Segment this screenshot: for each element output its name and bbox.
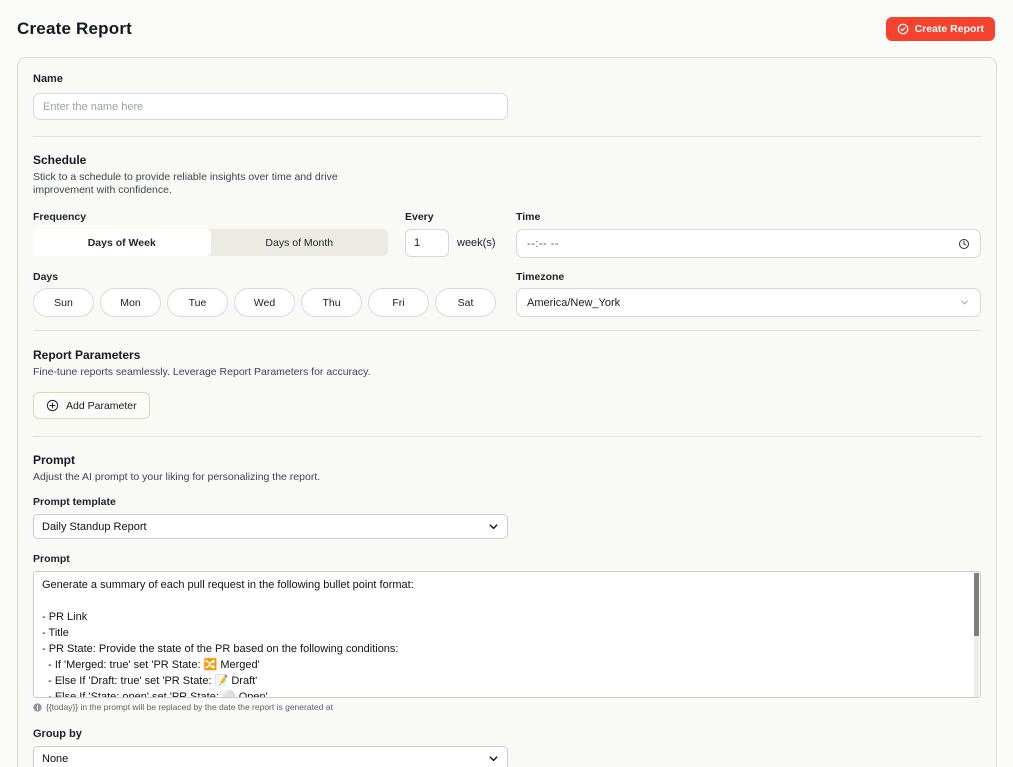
prompt-note: {{today}} in the prompt will be replaced… xyxy=(33,702,981,712)
create-report-button[interactable]: Create Report xyxy=(886,17,995,41)
day-pill-tue[interactable]: Tue xyxy=(167,288,228,317)
days-label: Days xyxy=(33,271,503,283)
every-group: Every week(s) xyxy=(405,211,515,257)
divider xyxy=(33,436,981,437)
time-value: --:-- -- xyxy=(527,238,559,250)
chevron-down-icon xyxy=(488,521,499,532)
prompt-description: Adjust the AI prompt to your liking for … xyxy=(33,471,981,484)
group-by-select[interactable]: None xyxy=(33,746,508,767)
day-pill-thu[interactable]: Thu xyxy=(301,288,362,317)
check-circle-icon xyxy=(897,23,909,35)
prompt-editor-label: Prompt xyxy=(33,553,981,565)
timezone-label: Timezone xyxy=(516,271,981,283)
timezone-selected-value: America/New_York xyxy=(527,297,620,309)
every-unit-label: week(s) xyxy=(457,237,496,249)
day-pill-row: Sun Mon Tue Wed Thu Fri Sat xyxy=(33,288,503,317)
day-pill-sun[interactable]: Sun xyxy=(33,288,94,317)
frequency-segmented-control: Days of Week Days of Month xyxy=(33,229,388,256)
day-pill-wed[interactable]: Wed xyxy=(234,288,295,317)
schedule-description: Stick to a schedule to provide reliable … xyxy=(33,171,373,197)
time-label: Time xyxy=(516,211,981,223)
clock-icon[interactable] xyxy=(958,238,970,250)
every-input[interactable] xyxy=(405,229,449,257)
report-parameters-heading: Report Parameters xyxy=(33,348,981,362)
page-title: Create Report xyxy=(17,19,132,39)
frequency-group: Frequency Days of Week Days of Month xyxy=(33,211,388,256)
time-group: Time --:-- -- xyxy=(516,211,981,258)
every-label: Every xyxy=(405,211,515,223)
add-parameter-button-label: Add Parameter xyxy=(66,400,137,412)
day-pill-fri[interactable]: Fri xyxy=(368,288,429,317)
day-pill-sat[interactable]: Sat xyxy=(435,288,496,317)
prompt-textarea[interactable]: Generate a summary of each pull request … xyxy=(33,571,981,698)
create-report-form-card: Name Schedule Stick to a schedule to pro… xyxy=(17,57,997,767)
add-parameter-button[interactable]: Add Parameter xyxy=(33,392,150,419)
plus-circle-icon xyxy=(46,399,59,412)
prompt-template-select[interactable]: Daily Standup Report xyxy=(33,514,508,539)
create-report-button-label: Create Report xyxy=(915,23,984,35)
report-parameters-description: Fine-tune reports seamlessly. Leverage R… xyxy=(33,366,981,379)
frequency-label: Frequency xyxy=(33,211,388,223)
prompt-template-label: Prompt template xyxy=(33,496,981,508)
prompt-note-text: {{today}} in the prompt will be replaced… xyxy=(46,702,333,712)
prompt-scrollbar-thumb[interactable] xyxy=(974,573,979,636)
schedule-row-days: Days Sun Mon Tue Wed Thu Fri Sat Timezon… xyxy=(33,271,981,314)
chevron-down-icon xyxy=(488,753,499,764)
name-input[interactable] xyxy=(33,93,508,120)
day-pill-mon[interactable]: Mon xyxy=(100,288,161,317)
name-label: Name xyxy=(33,73,981,85)
prompt-heading: Prompt xyxy=(33,453,981,467)
topbar: Create Report Create Report xyxy=(0,0,1013,41)
prompt-text-content: Generate a summary of each pull request … xyxy=(34,572,980,698)
frequency-option-days-of-month[interactable]: Days of Month xyxy=(211,229,389,256)
group-by-label: Group by xyxy=(33,728,981,740)
chevron-down-icon xyxy=(959,297,970,308)
frequency-option-days-of-week[interactable]: Days of Week xyxy=(33,229,211,256)
divider xyxy=(33,136,981,137)
info-icon xyxy=(33,703,42,712)
time-input[interactable]: --:-- -- xyxy=(516,229,981,258)
timezone-select[interactable]: America/New_York xyxy=(516,288,981,317)
schedule-row-frequency: Frequency Days of Week Days of Month Eve… xyxy=(33,211,981,257)
group-by-selected-value: None xyxy=(42,753,68,765)
divider xyxy=(33,330,981,331)
prompt-template-selected-value: Daily Standup Report xyxy=(42,521,147,533)
days-group: Days Sun Mon Tue Wed Thu Fri Sat xyxy=(33,271,503,317)
timezone-group: Timezone America/New_York xyxy=(516,271,981,317)
schedule-heading: Schedule xyxy=(33,153,981,167)
